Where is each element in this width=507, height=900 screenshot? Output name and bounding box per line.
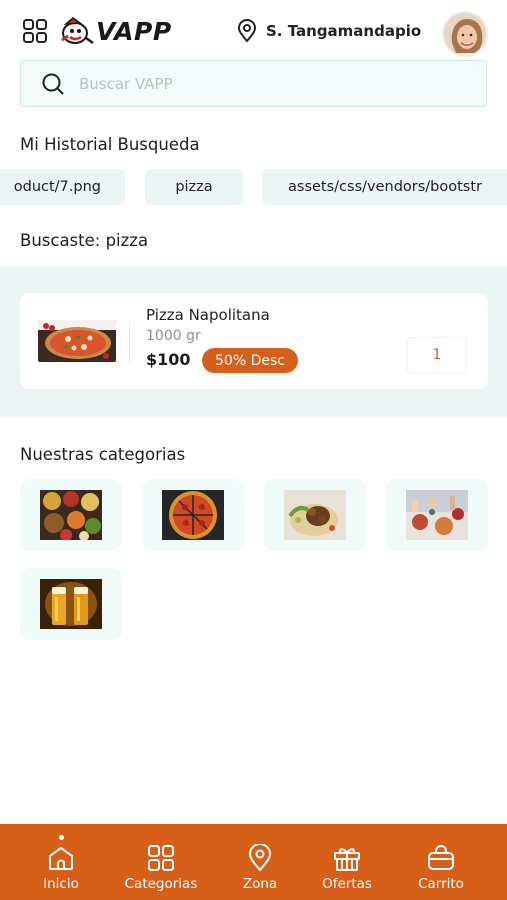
location-pin-icon [247,844,273,872]
nav-label: Inicio [43,876,79,892]
location-selector[interactable]: S. Tangamandapio [236,17,421,45]
nav-label: Categorias [124,876,198,892]
category-tile-dining[interactable] [386,479,488,551]
location-pin-icon [237,19,257,43]
history-chip[interactable]: oduct/7.png [0,169,125,205]
pizza-image [38,320,116,362]
grid-menu-icon[interactable] [20,16,50,46]
discount-badge: 50% Desc [202,348,298,373]
search-icon [42,73,64,95]
nav-item-zona[interactable]: Zona [230,824,290,900]
card-divider [129,321,130,363]
category-tile-tacos[interactable] [264,479,366,551]
logo-text: VAPP [96,16,172,46]
nav-item-carrito[interactable]: Carrito [410,824,472,900]
nav-item-categorias[interactable]: Categorias [115,824,207,900]
beer-image [40,579,102,629]
tacos-image [284,490,346,540]
history-chip[interactable]: assets/css/vendors/bootstr [262,169,507,205]
search-results-title: Buscaste: pizza [20,231,149,250]
mexican-food-image [40,490,102,540]
nav-item-inicio[interactable]: Inicio [30,824,92,900]
categories-icon [147,844,175,872]
history-title: Mi Historial Busqueda [20,135,200,154]
product-name: Pizza Napolitana [146,306,270,324]
nav-label: Carrito [418,876,464,892]
dining-table-image [406,490,468,540]
home-icon [47,844,75,872]
history-chips: oduct/7.png pizza assets/css/vendors/boo… [0,169,507,205]
bag-icon [427,844,455,872]
search-bar[interactable]: Buscar VAPP [20,60,487,107]
app-logo[interactable]: VAPP [60,14,172,48]
category-tile-pizza[interactable] [142,479,244,551]
gift-icon [332,844,362,872]
nav-item-ofertas[interactable]: Ofertas [315,824,379,900]
history-chip[interactable]: pizza [145,169,243,205]
bottom-navigation: Inicio Categorias Zona Ofertas Carrito [0,824,507,900]
product-weight: 1000 gr [146,328,201,344]
top-bar: VAPP S. Tangamandapio [0,0,507,60]
search-input[interactable]: Buscar VAPP [79,75,173,93]
pizza-image [162,490,224,540]
categories-title: Nuestras categorias [20,445,186,464]
category-tile-mexican-food[interactable] [20,479,122,551]
nav-label: Ofertas [322,876,372,892]
location-label: S. Tangamandapio [266,22,422,40]
nav-label: Zona [242,876,278,892]
product-card[interactable]: Pizza Napolitana 1000 gr $100 50% Desc 1 [20,293,488,389]
category-tile-beer[interactable] [20,568,122,640]
quantity-input[interactable]: 1 [407,337,467,373]
logo-mascot-icon [61,17,94,45]
avatar[interactable] [442,11,488,57]
product-price: $100 [146,350,191,369]
